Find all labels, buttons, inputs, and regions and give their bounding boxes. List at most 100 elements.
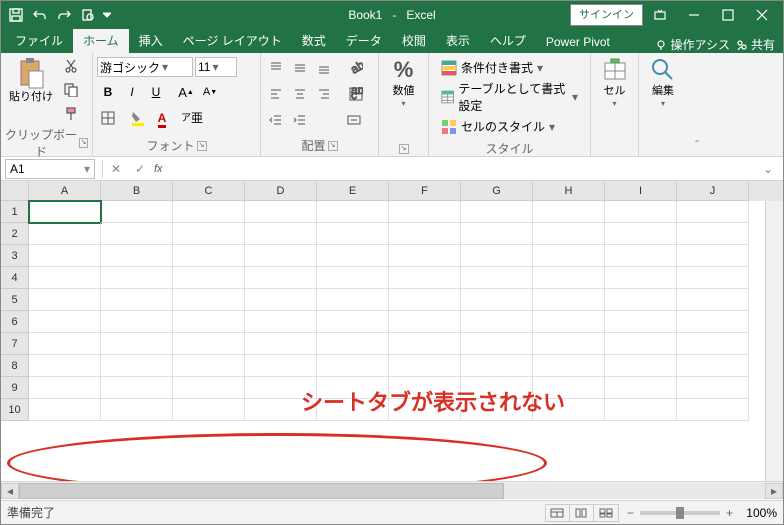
close-icon[interactable] [745, 4, 779, 26]
cell[interactable] [605, 289, 677, 311]
tab-view[interactable]: 表示 [436, 29, 480, 53]
expand-formula-bar-icon[interactable]: ⌄ [759, 162, 777, 176]
cell[interactable] [677, 377, 749, 399]
cell[interactable] [533, 311, 605, 333]
format-painter-icon[interactable] [60, 103, 82, 125]
cell[interactable] [533, 333, 605, 355]
font-name-combo[interactable]: 游ゴシック▾ [97, 57, 193, 77]
tab-file[interactable]: ファイル [5, 29, 73, 53]
share-button[interactable]: 共有 [736, 36, 775, 53]
cell[interactable] [605, 311, 677, 333]
minimize-icon[interactable] [677, 4, 711, 26]
cell[interactable] [677, 201, 749, 223]
cell[interactable] [461, 311, 533, 333]
enter-formula-icon[interactable]: ✓ [130, 159, 150, 179]
cell[interactable] [29, 377, 101, 399]
zoom-in-button[interactable]: + [726, 506, 733, 520]
increase-font-icon[interactable]: A▲ [175, 81, 197, 103]
cut-icon[interactable] [60, 55, 82, 77]
row-header[interactable]: 4 [1, 267, 29, 289]
cell[interactable] [29, 245, 101, 267]
name-box[interactable]: A1 ▾ [5, 159, 95, 179]
align-middle-icon[interactable] [289, 57, 311, 79]
row-header[interactable]: 9 [1, 377, 29, 399]
cell[interactable] [101, 267, 173, 289]
orientation-icon[interactable]: ab [345, 57, 367, 79]
row-header[interactable]: 10 [1, 399, 29, 421]
alignment-launcher-icon[interactable]: ↘ [328, 141, 338, 151]
cell[interactable] [317, 399, 389, 421]
tab-page-layout[interactable]: ページ レイアウト [173, 29, 292, 53]
cell[interactable] [461, 201, 533, 223]
cell-styles-button[interactable]: セルのスタイル ▾ [441, 118, 555, 135]
cell[interactable] [533, 201, 605, 223]
preview-icon[interactable] [77, 4, 99, 26]
cell[interactable] [101, 311, 173, 333]
cell[interactable] [461, 245, 533, 267]
editing-button[interactable]: 編集 ▾ [646, 55, 680, 110]
cell[interactable] [101, 223, 173, 245]
clipboard-launcher-icon[interactable]: ↘ [79, 138, 88, 148]
cell[interactable] [533, 223, 605, 245]
row-header[interactable]: 3 [1, 245, 29, 267]
cell[interactable] [245, 223, 317, 245]
cell[interactable] [101, 201, 173, 223]
increase-indent-icon[interactable] [289, 109, 311, 131]
cell[interactable] [461, 355, 533, 377]
cell[interactable] [317, 201, 389, 223]
cell[interactable] [389, 311, 461, 333]
cell[interactable] [317, 311, 389, 333]
cell[interactable] [29, 311, 101, 333]
cell[interactable] [317, 289, 389, 311]
vertical-scrollbar[interactable] [765, 201, 783, 481]
cell[interactable] [677, 267, 749, 289]
cell[interactable] [605, 223, 677, 245]
cell[interactable] [677, 245, 749, 267]
cell[interactable] [245, 311, 317, 333]
phonetic-icon[interactable]: ア亜 [181, 107, 203, 129]
cell[interactable] [677, 333, 749, 355]
cell[interactable] [29, 333, 101, 355]
cell[interactable] [461, 399, 533, 421]
cell[interactable] [677, 289, 749, 311]
ribbon-options-icon[interactable] [643, 4, 677, 26]
align-left-icon[interactable] [265, 83, 287, 105]
tab-review[interactable]: 校閲 [392, 29, 436, 53]
scroll-thumb[interactable] [19, 483, 504, 499]
zoom-out-button[interactable]: − [627, 506, 634, 520]
row-header[interactable]: 6 [1, 311, 29, 333]
cell[interactable] [101, 377, 173, 399]
tell-me-button[interactable]: 操作アシス [655, 36, 730, 53]
cell[interactable] [245, 377, 317, 399]
column-header[interactable]: A [29, 181, 101, 201]
cell[interactable] [173, 245, 245, 267]
cell[interactable] [389, 289, 461, 311]
cell[interactable] [317, 377, 389, 399]
qat-customize-icon[interactable] [101, 4, 113, 26]
fx-icon[interactable]: fx [154, 163, 163, 175]
wrap-text-icon[interactable]: abc [345, 83, 367, 105]
font-launcher-icon[interactable]: ↘ [197, 141, 207, 151]
cell[interactable] [173, 223, 245, 245]
tab-power-pivot[interactable]: Power Pivot [536, 32, 620, 53]
row-header[interactable]: 1 [1, 201, 29, 223]
cell[interactable] [605, 201, 677, 223]
cell[interactable] [389, 201, 461, 223]
cell[interactable] [317, 267, 389, 289]
page-break-view-icon[interactable] [594, 505, 618, 521]
cell[interactable] [245, 289, 317, 311]
scroll-track[interactable] [19, 483, 765, 499]
copy-icon[interactable] [60, 79, 82, 101]
cell[interactable] [317, 223, 389, 245]
cell[interactable] [173, 333, 245, 355]
cell[interactable] [245, 333, 317, 355]
cell[interactable] [101, 289, 173, 311]
cancel-formula-icon[interactable]: ✕ [106, 159, 126, 179]
cell[interactable] [605, 377, 677, 399]
tab-help[interactable]: ヘルプ [480, 29, 536, 53]
tab-formulas[interactable]: 数式 [292, 29, 336, 53]
cell[interactable] [461, 333, 533, 355]
decrease-font-icon[interactable]: A▼ [199, 81, 221, 103]
cell[interactable] [101, 245, 173, 267]
cell[interactable] [533, 399, 605, 421]
